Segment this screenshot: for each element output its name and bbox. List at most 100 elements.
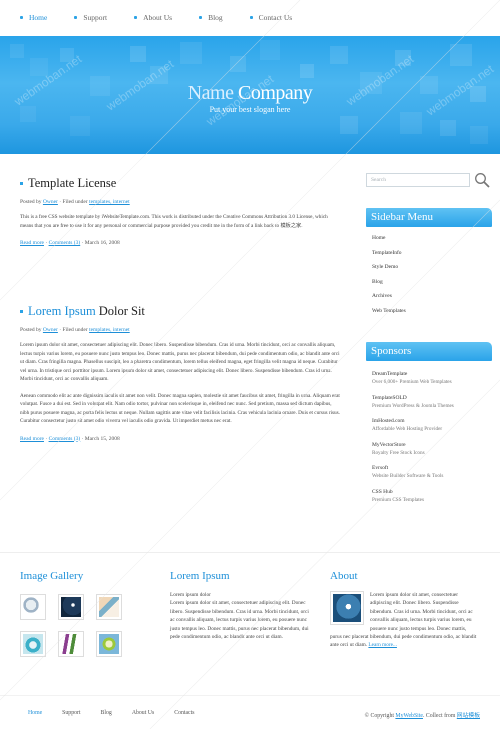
bottom-link-blog[interactable]: Blog [101,710,112,716]
sponsor-desc: Affordable Web Hosting Provider [372,426,443,432]
sidebar-menu: Home TemplateInfo Style Demo Blog Archiv… [372,231,492,318]
sidebar-item-archives[interactable]: Archives [372,289,492,304]
sponsor-desc: Premium CSS Templates [372,496,424,503]
top-navigation: Home Support About Us Blog Contact Us [0,0,500,36]
sidebar: Search Sidebar Menu Home TemplateInfo St… [366,172,492,511]
gallery-thumbnail[interactable] [20,631,46,657]
gallery-heading: Image Gallery [20,570,84,582]
lorem-heading: Lorem Ipsum [170,570,230,582]
sponsor-name: ImHosted.com [372,418,405,424]
lorem-widget: Lorem Ipsum Lorem ipsum dolor Lorem ipsu… [170,570,312,641]
sidebar-item-templateinfo[interactable]: TemplateInfo [372,246,492,261]
nav-item-support[interactable]: Support [74,13,107,22]
bullet-icon [249,16,253,19]
header-banner: webmoban.net webmoban.net webmoban.net w… [0,36,500,154]
read-more-link[interactable]: Read more [20,436,44,442]
search-box: Search [366,172,492,188]
template-link[interactable]: 网站模板 [457,713,480,719]
about-widget: About Lorem ipsum dolor sit amet, consec… [330,570,478,650]
bottom-link-home[interactable]: Home [28,710,42,716]
meta-filed-label: Filed under [62,199,88,205]
sponsor-item[interactable]: TemplateSOLD Premium WordPress & Joomla T… [372,394,492,410]
post-body: Aenean commodo elit ac ante dignissim ia… [20,392,340,425]
post: Template License Posted by Owner · Filed… [20,176,340,246]
post-title-text: Template License [28,176,117,190]
author-link[interactable]: Owner [43,327,58,333]
nav-item-contact-us[interactable]: Contact Us [249,13,292,22]
nav-item-about-us[interactable]: About Us [134,13,172,22]
sponsor-name: DreamTemplate [372,371,408,377]
site-title: Name Company [0,82,500,105]
sidebar-item-style-demo[interactable]: Style Demo [372,260,492,275]
post-body: Lorem ipsum dolor sit amet, consectetuer… [20,342,340,382]
gallery-thumbnail[interactable] [58,594,84,620]
category-link[interactable]: templates, internet [89,199,130,205]
about-heading: About [330,570,358,582]
sponsor-name: CSS Hub [372,488,393,495]
sponsor-desc: Over 6,000+ Premium Web Templates [372,379,452,385]
gallery-thumbnail[interactable] [58,631,84,657]
sidebar-item-web-templates[interactable]: Web Templates [372,304,492,319]
gallery-thumbnail[interactable] [96,594,122,620]
bullet-icon [74,16,78,19]
author-link[interactable]: Owner [43,199,58,205]
meta-filed-label: Filed under [62,327,88,333]
bottom-link-support[interactable]: Support [62,710,80,716]
bottom-link-about-us[interactable]: About Us [132,710,154,716]
nav-label: Home [29,13,48,22]
sponsor-item[interactable]: DreamTemplate Over 6,000+ Premium Web Tem… [372,370,492,386]
bullet-icon [20,182,23,185]
nav-label: Support [83,13,108,22]
sponsor-item[interactable]: Evrsoft Website Builder Software & Tools [372,464,492,480]
site-slogan: Put your best slogan here [209,105,291,114]
bottom-nav: Home Support Blog About Us Contacts [28,710,215,716]
post-title[interactable]: Template License [20,176,340,191]
post-footer: Read more · Comments (3) · March 15, 200… [20,435,120,442]
post-meta: Posted by Owner · Filed under templates,… [20,327,130,333]
gallery-thumbnail[interactable] [96,631,122,657]
bullet-icon [20,310,23,313]
read-more-link[interactable]: Read more [20,240,44,246]
sidebar-item-home[interactable]: Home [372,231,492,246]
post-title[interactable]: Lorem Ipsum Dolor Sit [20,304,340,319]
post-date: March 15, 2008 [84,435,120,442]
sidebar-item-blog[interactable]: Blog [372,275,492,290]
sponsor-name: Evrsoft [372,465,389,471]
site-link[interactable]: MyWebSite [395,713,423,719]
bottom-bar: Home Support Blog About Us Contacts © Co… [0,695,500,729]
nav-item-home[interactable]: Home [20,13,47,22]
comments-link[interactable]: Comments (3) [49,436,81,442]
sponsors-list: DreamTemplate Over 6,000+ Premium Web Tem… [372,370,492,504]
nav-label: Blog [208,13,223,22]
nav-item-blog[interactable]: Blog [199,13,223,22]
gallery-thumbnail[interactable] [20,594,46,620]
learn-more-link[interactable]: Learn more... [368,642,397,648]
meta-posted-label: Posted by [20,199,42,205]
nav-label: About Us [143,13,173,22]
comments-link[interactable]: Comments (3) [49,240,81,246]
bullet-icon [20,16,23,19]
sponsor-item[interactable]: CSS Hub Premium CSS Templates [372,488,492,504]
post: Lorem Ipsum Dolor Sit Posted by Owner · F… [20,304,340,442]
search-input[interactable]: Search [366,173,470,187]
about-image [330,591,364,625]
sponsor-name: TemplateSOLD [372,394,407,401]
search-icon[interactable] [474,172,490,188]
site-title-name: Name [187,82,234,104]
sponsor-desc: Premium WordPress & Joomla Themes [372,402,454,409]
sponsor-item[interactable]: MyVectorStore Royalty Free Stock Icons [372,441,492,457]
lorem-subtitle: Lorem ipsum dolor [170,592,211,598]
sponsor-name: MyVectorStore [372,441,406,448]
sponsor-desc: Royalty Free Stock Icons [372,449,425,456]
post-body: This is a free CSS website template by i… [20,214,328,229]
category-link[interactable]: templates, internet [89,327,130,333]
copyright: © Copyright MyWebSite. Collect from 网站模板 [365,710,480,719]
site-title-company: Company [237,82,313,104]
sponsor-item[interactable]: ImHosted.com Affordable Web Hosting Provi… [372,417,492,433]
post-title-highlight: Lorem Ipsum [28,304,96,318]
lorem-text: Lorem ipsum dolor sit amet, consectetuer… [170,600,309,641]
bottom-link-contacts[interactable]: Contacts [174,710,194,716]
gallery-grid [20,594,150,657]
sponsor-desc: Website Builder Software & Tools [372,473,444,479]
sidebar-menu-heading: Sidebar Menu [366,208,492,227]
